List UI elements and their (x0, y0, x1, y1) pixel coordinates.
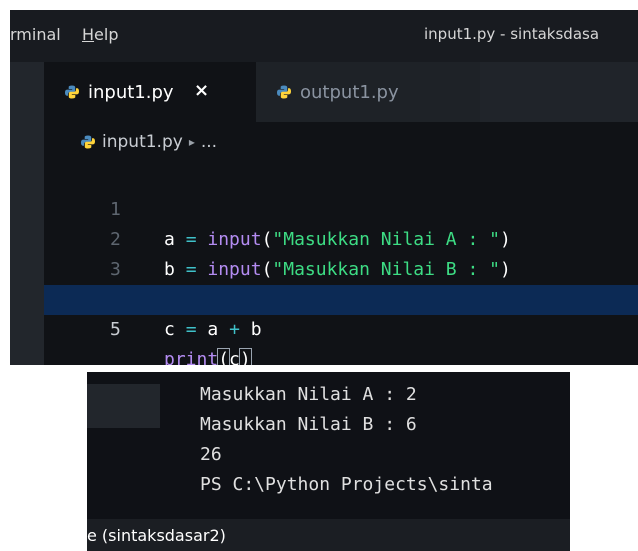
code-line-current[interactable]: 5 print(c) (44, 285, 638, 365)
code-line[interactable]: 1 a = input("Masukkan Nilai A : ") (44, 165, 638, 250)
token-variable: c (229, 349, 240, 365)
line-number: 5 (110, 319, 121, 340)
terminal-line: Masukkan Nilai B : 6 (200, 414, 417, 435)
terminal-sidebar-edge (87, 384, 160, 428)
token-paren-match: ) (238, 348, 252, 365)
token-paren-match: ( (217, 348, 231, 365)
token-variable: c (164, 319, 175, 340)
terminal-prompt: PS C:\Python Projects\sinta (200, 474, 493, 495)
tab-output1-py[interactable]: output1.py (256, 62, 480, 122)
menu-help[interactable]: Help (82, 25, 118, 44)
chevron-right-icon: ▸ (188, 135, 195, 149)
tab-input1-py[interactable]: input1.py × (44, 62, 256, 122)
terminal-line: 26 (200, 444, 222, 465)
menu-terminal[interactable]: rminal (10, 25, 61, 44)
breadcrumb-file[interactable]: input1.py (102, 132, 183, 152)
menu-bar: rminal Help input1.py - sintaksdasa (10, 10, 638, 62)
line-source: c = a + b (164, 315, 262, 345)
token-operator: + (229, 319, 240, 340)
editor-window: rminal Help input1.py - sintaksdasa inpu… (10, 10, 638, 365)
close-icon[interactable]: × (194, 80, 209, 101)
token-variable: b (250, 319, 262, 340)
code-line[interactable]: 3 (44, 225, 638, 280)
explorer-sidebar-edge (10, 62, 44, 365)
code-line[interactable]: 4 c = a + b (44, 255, 638, 340)
token-variable: a (207, 319, 219, 340)
code-editor[interactable]: 1 a = input("Masukkan Nilai A : ") 2 b =… (44, 165, 638, 365)
token-operator: = (185, 319, 197, 340)
terminal-line: Masukkan Nilai A : 2 (200, 384, 417, 405)
python-file-icon (64, 84, 80, 100)
status-bar: e (sintaksdasar2) (87, 519, 570, 551)
tab-label: output1.py (300, 81, 399, 103)
menu-help-mnemonic: H (82, 25, 95, 44)
terminal-output: Masukkan Nilai A : 2 Masukkan Nilai B : … (200, 380, 493, 500)
breadcrumb-symbol[interactable]: ... (201, 132, 217, 152)
window-title: input1.py - sintaksdasa (424, 25, 600, 43)
status-text[interactable]: e (sintaksdasar2) (87, 526, 226, 545)
python-file-icon (80, 134, 96, 150)
tab-bar: input1.py × output1.py (44, 62, 638, 122)
token-function: print (164, 349, 219, 365)
python-file-icon (276, 84, 292, 100)
code-line[interactable]: 2 b = input("Masukkan Nilai B : ") (44, 195, 638, 280)
tab-label: input1.py (88, 81, 174, 103)
line-source: print(c) (164, 345, 252, 365)
menu-help-label: elp (94, 25, 119, 44)
breadcrumb: input1.py ▸ ... (44, 122, 638, 162)
